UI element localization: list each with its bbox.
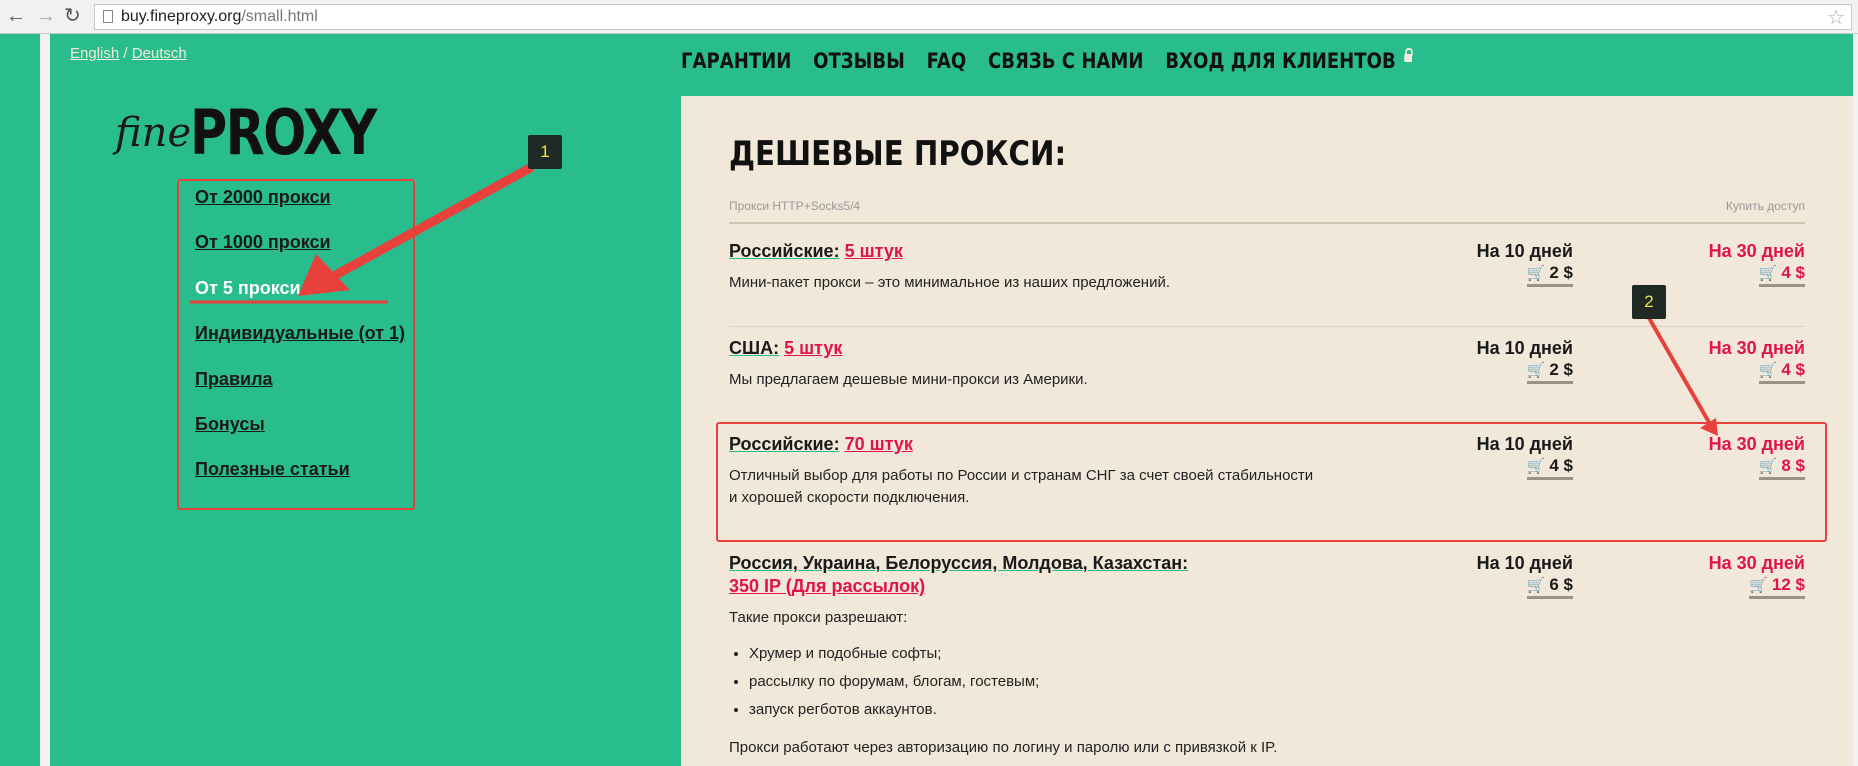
annotation-badge-2: 2 (1632, 285, 1666, 319)
annotation-badge-1: 1 (528, 135, 562, 169)
annotation-arrows (190, 163, 1718, 436)
arrow-1 (298, 163, 535, 296)
arrow-2 (1647, 317, 1718, 436)
